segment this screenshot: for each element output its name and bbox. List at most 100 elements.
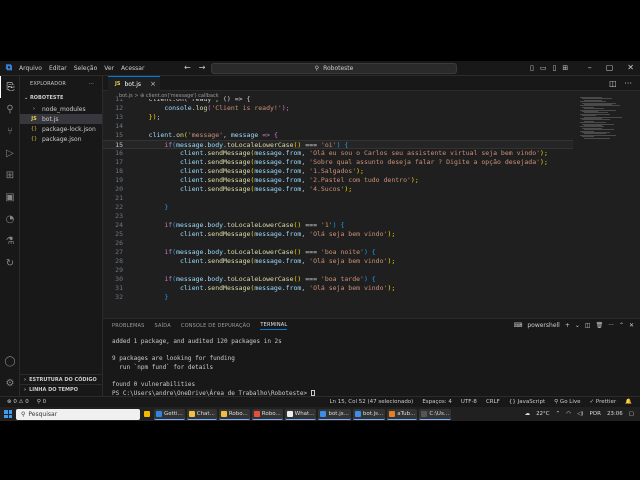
code-line[interactable]: 17 client.sendMessage(message.from, 'Sob…	[103, 158, 573, 167]
cursor-position[interactable]: Ln 15, Col 52 (47 selecionado)	[329, 399, 413, 405]
code-line[interactable]: 15 client.on('message', message => {	[103, 131, 573, 140]
taskbar-app[interactable]: Robo...	[218, 408, 250, 420]
start-button[interactable]	[0, 410, 16, 418]
more-actions-icon[interactable]: ···	[608, 322, 614, 329]
account-icon[interactable]: ◯	[0, 350, 20, 372]
explorer-icon[interactable]: ⎘	[0, 76, 20, 98]
back-arrow-icon[interactable]: ←	[184, 63, 191, 72]
extensions-icon[interactable]: ⊞	[0, 164, 20, 186]
maximize-panel-icon[interactable]: ⌃	[619, 322, 624, 329]
go-live-button[interactable]: ⚲ Go Live	[554, 399, 580, 405]
more-actions-icon[interactable]: ···	[89, 81, 94, 87]
tab-output[interactable]: SAÍDA	[155, 323, 171, 329]
language-mode[interactable]: {} JavaScript	[509, 399, 545, 405]
prettier-status[interactable]: ✓ Prettier	[590, 399, 617, 405]
ports-count[interactable]: ⚲ 0	[37, 399, 46, 405]
split-editor-icon[interactable]: ◫	[609, 79, 617, 88]
tree-item-node-modules[interactable]: › node_modules	[20, 104, 102, 114]
taskbar-app[interactable]: aTub...	[387, 408, 418, 420]
code-line[interactable]: 22 }	[103, 203, 573, 212]
editor-scrollbar[interactable]	[632, 91, 638, 318]
notification-center-icon[interactable]: ▢	[629, 411, 634, 417]
code-line[interactable]: 14	[103, 122, 573, 131]
code-line[interactable]: 31 client.sendMessage(message.from, 'Olá…	[103, 284, 573, 293]
volume-icon[interactable]: ◁)	[577, 411, 583, 417]
menu-view[interactable]: Ver	[104, 65, 114, 72]
tree-item-package-json[interactable]: {} package.json	[20, 134, 102, 144]
code-editor[interactable]: bot.js > ⊕ client.on('message') callback…	[103, 91, 640, 318]
indentation[interactable]: Espaços: 4	[422, 399, 452, 405]
code-line[interactable]: 28 client.sendMessage(message.from, 'Olá…	[103, 257, 573, 266]
problems-count[interactable]: ⊗ 0 ⚠ 0	[7, 399, 29, 405]
project-folder[interactable]: ⌄ ROBOTESTE	[20, 92, 102, 104]
close-tab-icon[interactable]: ×	[150, 80, 156, 88]
trash-icon[interactable]: 🗑	[596, 322, 604, 329]
taskbar-app[interactable]: bot.js...	[352, 408, 386, 420]
shell-name[interactable]: powershell	[527, 322, 560, 329]
encoding[interactable]: UTF-8	[461, 399, 477, 405]
menu-go[interactable]: Acessar	[121, 65, 144, 72]
line-ending[interactable]: CRLF	[486, 399, 500, 405]
taskbar-app[interactable]: What...	[284, 408, 317, 420]
toggle-sidebar-icon[interactable]: ▯	[530, 64, 534, 72]
taskbar-app[interactable]: Chat...	[186, 408, 217, 420]
minimize-icon[interactable]: –	[588, 63, 592, 72]
chevron-up-icon[interactable]: ⌃	[556, 411, 561, 417]
tree-item-package-lock[interactable]: {} package-lock.json	[20, 124, 102, 134]
code-line[interactable]: 13 });	[103, 113, 573, 122]
taskbar-search[interactable]: ⚲ Pesquisar	[16, 408, 140, 420]
run-debug-icon[interactable]: ▷	[0, 142, 20, 164]
timeline-section[interactable]: › LINHA DO TEMPO	[20, 384, 103, 394]
code-line[interactable]: 16 client.sendMessage(message.from, 'Olá…	[103, 149, 573, 158]
code-line[interactable]: 32 }	[103, 293, 573, 302]
edge-devtools-icon[interactable]: ◔	[0, 208, 20, 230]
code-line[interactable]: 25 client.sendMessage(message.from, 'Olá…	[103, 230, 573, 239]
new-terminal-icon[interactable]: +	[565, 322, 570, 329]
code-line[interactable]: 18 client.sendMessage(message.from, '1.S…	[103, 167, 573, 176]
tab-bot-js[interactable]: JS bot.js ×	[108, 76, 160, 91]
toggle-secondary-sidebar-icon[interactable]: ▯	[552, 64, 556, 72]
input-language[interactable]: POR	[589, 411, 600, 417]
source-control-icon[interactable]: ⑂	[0, 120, 20, 142]
testing-icon[interactable]: ⚗	[0, 230, 20, 252]
tab-problems[interactable]: PROBLEMAS	[112, 323, 145, 329]
code-line[interactable]: 30 if(message.body.toLocaleLowerCase() =…	[103, 275, 573, 284]
more-actions-icon[interactable]: ···	[624, 79, 632, 88]
weather-temp[interactable]: 22°C	[536, 411, 550, 417]
code-line-current[interactable]: 15 if(message.body.toLocaleLowerCase() =…	[103, 140, 573, 149]
tab-terminal[interactable]: TERMINAL	[260, 322, 288, 330]
taskbar-app[interactable]	[142, 409, 152, 420]
code-line[interactable]: 26	[103, 239, 573, 248]
close-icon[interactable]: ✕	[627, 63, 634, 72]
clock[interactable]: 23:06	[607, 411, 623, 417]
tab-debug-console[interactable]: CONSOLE DE DEPURAÇÃO	[181, 323, 250, 329]
toggle-panel-icon[interactable]: ▭	[540, 64, 547, 72]
minimap[interactable]	[577, 91, 632, 318]
notifications-icon[interactable]: 🔔	[625, 399, 632, 405]
search-view-icon[interactable]: ⚲	[0, 98, 20, 120]
code-line[interactable]: 21	[103, 194, 573, 203]
code-line[interactable]: 12 console.log('Client is ready!');	[103, 104, 573, 113]
tree-item-bot-js[interactable]: JS bot.js	[20, 114, 102, 124]
chevron-down-icon[interactable]: ⌄	[575, 322, 580, 329]
code-line[interactable]: 23	[103, 212, 573, 221]
customize-layout-icon[interactable]: ⊞	[562, 64, 568, 72]
menu-file[interactable]: Arquivo	[19, 65, 42, 72]
maximize-icon[interactable]: ▢	[606, 63, 614, 72]
breadcrumb[interactable]: bot.js > ⊕ client.on('message') callback	[119, 93, 219, 99]
outline-section[interactable]: › ESTRUTURA DO CÓDIGO	[20, 374, 103, 384]
close-panel-icon[interactable]: ✕	[629, 322, 634, 329]
code-line[interactable]: 20 client.sendMessage(message.from, '4.S…	[103, 185, 573, 194]
live-share-icon[interactable]: ↻	[0, 252, 20, 274]
menu-selection[interactable]: Seleção	[74, 65, 98, 72]
taskbar-app[interactable]: bot.js...	[318, 408, 351, 420]
split-terminal-icon[interactable]: ◫	[585, 322, 591, 329]
code-line[interactable]: 19 client.sendMessage(message.from, '2.P…	[103, 176, 573, 185]
wifi-icon[interactable]: ◠	[566, 411, 571, 417]
taskbar-app[interactable]: Getti...	[154, 408, 185, 420]
settings-gear-icon[interactable]: ⚙	[0, 372, 20, 394]
taskbar-app[interactable]: C:\Us...	[419, 408, 452, 420]
menu-edit[interactable]: Editar	[49, 65, 67, 72]
code-line[interactable]: 27 if(message.body.toLocaleLowerCase() =…	[103, 248, 573, 257]
command-center[interactable]: ⚲ Roboteste	[211, 63, 457, 74]
